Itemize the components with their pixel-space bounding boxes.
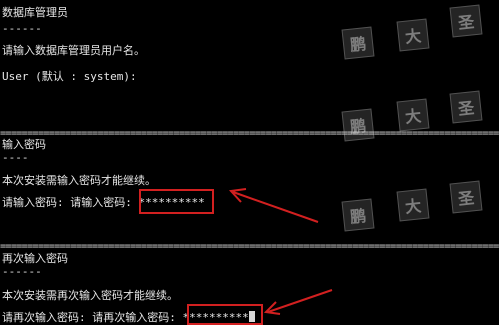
arrow-icon xyxy=(228,188,319,223)
annotation-arrows xyxy=(228,188,333,315)
arrow-icon xyxy=(263,289,333,315)
